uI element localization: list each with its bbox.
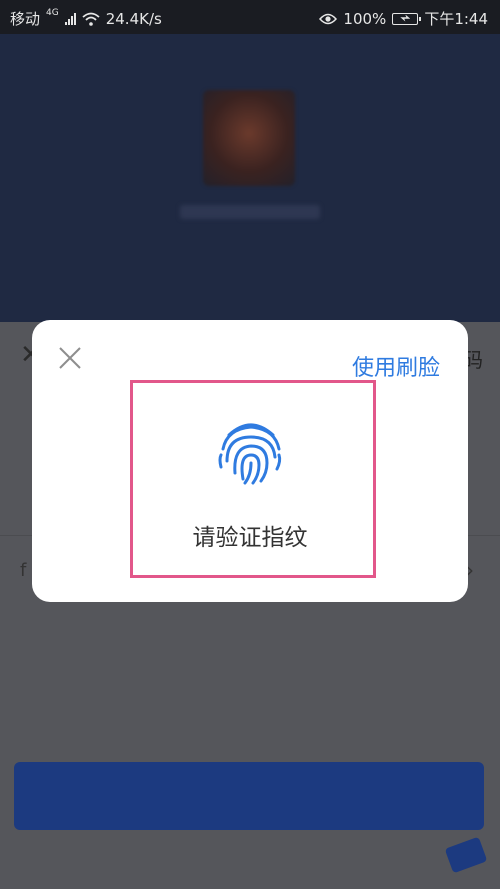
network-type: 4G xyxy=(46,8,59,18)
status-left: 移动 4G 24.4K/s xyxy=(10,8,162,29)
fingerprint-icon[interactable] xyxy=(215,415,287,487)
eye-comfort-icon xyxy=(319,13,338,24)
avatar xyxy=(203,90,295,186)
carrier-label: 移动 xyxy=(10,10,41,28)
background-username-placeholder xyxy=(180,205,320,219)
verify-fingerprint-prompt: 请验证指纹 xyxy=(192,525,308,551)
network-speed: 24.4K/s xyxy=(105,9,162,28)
use-face-button[interactable]: 使用刷脸 xyxy=(352,350,440,382)
wifi-icon xyxy=(82,12,100,26)
battery-icon xyxy=(392,12,422,25)
battery-percent: 100% xyxy=(343,9,387,28)
close-icon[interactable] xyxy=(56,344,84,372)
clock: 下午1:44 xyxy=(424,10,488,28)
status-right: 100% 下午1:44 xyxy=(319,8,488,29)
status-bar: 移动 4G 24.4K/s 100% 下午1:44 xyxy=(0,0,500,34)
background-primary-button xyxy=(14,762,484,830)
background-row-fragment: f xyxy=(20,560,27,581)
signal-icon xyxy=(64,12,76,25)
fingerprint-dialog: 使用刷脸 请验证指纹 xyxy=(32,320,468,602)
